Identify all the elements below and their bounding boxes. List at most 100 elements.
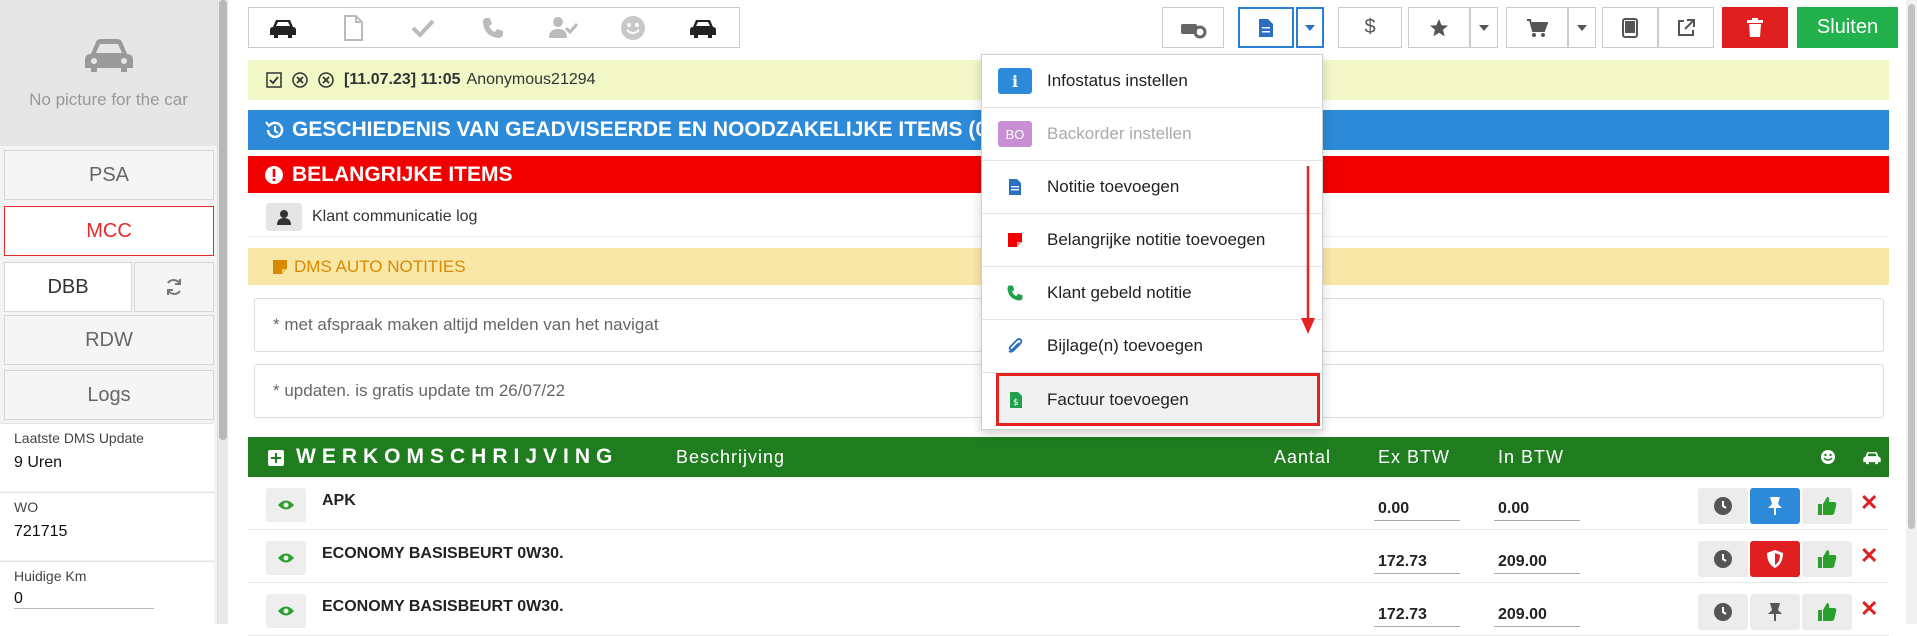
tab-car[interactable] [248, 7, 318, 48]
smiley-icon [621, 15, 645, 40]
tab-phone[interactable] [458, 7, 528, 48]
document-dropdown-toggle[interactable] [1296, 7, 1324, 48]
tab-smiley[interactable] [598, 7, 668, 48]
star-dropdown-toggle[interactable] [1470, 7, 1498, 48]
ex-btw-input[interactable]: 0.00 [1374, 500, 1460, 521]
clock-icon [1714, 497, 1732, 515]
view-button[interactable] [266, 594, 306, 628]
cart-icon [1527, 18, 1548, 37]
important-title: BELANGRIJKE ITEMS [292, 162, 513, 186]
car-icon [270, 19, 296, 38]
km-input[interactable]: 0 [14, 590, 154, 609]
col-quantity: Aantal [1274, 446, 1332, 467]
document-dropdown-menu: i Infostatus instellen BO Backorder inst… [981, 54, 1323, 430]
info-km: Huidige Km 0 [0, 561, 214, 624]
item-name: ECONOMY BASISBEURT 0W30. [322, 545, 564, 562]
menu-item-klant-gebeld[interactable]: Klant gebeld notitie [982, 267, 1322, 320]
tab-check[interactable] [388, 7, 458, 48]
work-item-row[interactable]: ECONOMY BASISBEURT 0W30. 172.73 209.00 ✕ [248, 584, 1889, 636]
in-btw-input[interactable]: 0.00 [1494, 500, 1580, 521]
info-dms-update: Laatste DMS Update 9 Uren [0, 423, 214, 491]
in-btw-input[interactable]: 209.00 [1494, 553, 1580, 574]
menu-item-label: Notitie toevoegen [1047, 177, 1180, 196]
view-button[interactable] [266, 541, 306, 575]
menu-item-notitie[interactable]: Notitie toevoegen [982, 161, 1322, 214]
logs-button[interactable]: Logs [4, 370, 214, 420]
tablet-button[interactable] [1602, 7, 1658, 48]
menu-item-label: Backorder instellen [1047, 124, 1192, 143]
pin-icon [1768, 497, 1782, 515]
car-icon [1863, 452, 1881, 465]
check-icon [411, 19, 435, 38]
document-icon [1259, 18, 1273, 37]
item-name: ECONOMY BASISBEURT 0W30. [322, 598, 564, 615]
work-item-row[interactable]: APK 0.00 0.00 ✕ [248, 478, 1889, 530]
menu-item-backorder[interactable]: BO Backorder instellen [982, 108, 1322, 161]
info-value: 721715 [14, 523, 68, 540]
trash-icon [1747, 17, 1763, 37]
clock-button[interactable] [1698, 488, 1748, 524]
clock-button[interactable] [1698, 541, 1748, 577]
thumbs-up-button[interactable] [1802, 488, 1852, 524]
werk-header: WERKOMSCHRIJVING Beschrijving Aantal Ex … [248, 437, 1889, 477]
star-button[interactable] [1408, 7, 1470, 48]
scrollbar-thumb[interactable] [219, 0, 227, 440]
cancel-circle-icon[interactable] [318, 72, 334, 88]
clock-button[interactable] [1698, 594, 1748, 630]
remove-icon[interactable]: ✕ [1860, 596, 1878, 622]
sidebar-scrollbar[interactable] [218, 0, 228, 624]
main-scrollbar[interactable] [1906, 0, 1917, 624]
car-key-button[interactable] [1162, 7, 1224, 48]
chevron-down-icon [1479, 24, 1489, 31]
view-button[interactable] [266, 488, 306, 522]
annotation-arrow [1301, 166, 1315, 334]
scrollbar-thumb[interactable] [1908, 4, 1915, 529]
history-icon [265, 121, 284, 139]
document-button[interactable] [1238, 7, 1294, 48]
delete-button[interactable] [1722, 7, 1788, 48]
menu-item-bijlage[interactable]: Bijlage(n) toevoegen [982, 320, 1322, 373]
thumbs-up-button[interactable] [1802, 541, 1852, 577]
tab-user-check[interactable] [528, 7, 598, 48]
user-check-icon [549, 16, 578, 38]
plus-square-icon[interactable] [268, 450, 284, 466]
checkbox-icon[interactable] [266, 72, 282, 88]
exclamation-circle-icon [265, 165, 283, 184]
menu-item-belangrijke-notitie[interactable]: Belangrijke notitie toevoegen [982, 214, 1322, 267]
remove-icon[interactable]: ✕ [1860, 543, 1878, 569]
psa-button[interactable]: PSA [4, 150, 214, 200]
eye-icon [278, 553, 294, 563]
clock-icon [1714, 603, 1732, 621]
invoice-icon: $ [999, 387, 1033, 413]
ex-btw-input[interactable]: 172.73 [1374, 553, 1460, 574]
rdw-button[interactable]: RDW [4, 315, 214, 365]
dollar-button[interactable]: $ [1338, 7, 1402, 48]
pin-button[interactable] [1750, 594, 1800, 630]
shield-button[interactable] [1750, 541, 1800, 577]
note-icon [998, 174, 1032, 200]
cart-button[interactable] [1506, 7, 1568, 48]
file-icon [344, 14, 363, 41]
info-label: WO [14, 499, 39, 515]
close-button[interactable]: Sluiten [1797, 7, 1898, 48]
user-icon [277, 209, 291, 225]
tab-car-active[interactable] [668, 7, 738, 48]
tablet-icon [1622, 17, 1638, 38]
eye-icon [278, 606, 294, 616]
history-title: GESCHIEDENIS VAN GEADVISEERDE EN NOODZAK… [292, 118, 995, 141]
tab-file[interactable] [318, 7, 388, 48]
shield-icon [1767, 550, 1783, 568]
external-link-button[interactable] [1658, 7, 1714, 48]
refresh-button[interactable] [134, 262, 214, 312]
remove-icon[interactable]: ✕ [1860, 490, 1878, 516]
menu-item-factuur[interactable]: $ Factuur toevoegen [996, 373, 1320, 426]
pin-button[interactable] [1750, 488, 1800, 524]
cart-dropdown-toggle[interactable] [1568, 7, 1596, 48]
status-date: [11.07.23] 11:05 [344, 71, 461, 88]
mcc-button[interactable]: MCC [4, 206, 214, 256]
thumbs-up-button[interactable] [1802, 594, 1852, 630]
work-item-row[interactable]: ECONOMY BASISBEURT 0W30. 172.73 209.00 ✕ [248, 531, 1889, 583]
cancel-circle-icon[interactable] [292, 72, 308, 88]
dbb-button[interactable]: DBB [4, 262, 132, 312]
menu-item-infostatus[interactable]: i Infostatus instellen [982, 55, 1322, 108]
